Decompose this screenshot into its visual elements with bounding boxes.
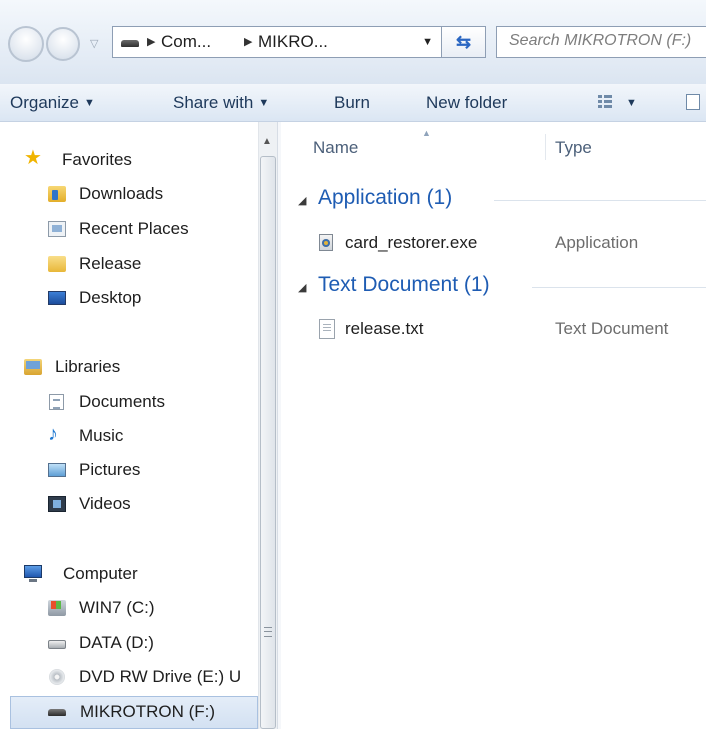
nav-documents[interactable]: Documents (48, 387, 254, 417)
nav-computer[interactable]: Computer (24, 559, 254, 589)
text-document-icon (319, 319, 335, 339)
change-view-icon[interactable] (598, 95, 614, 109)
nav-dvd-drive[interactable]: DVD RW Drive (E:) U (48, 662, 258, 692)
share-with-button[interactable]: Share with ▼ (173, 93, 269, 113)
column-header-type[interactable]: Type (555, 138, 592, 158)
scroll-up-arrow-icon[interactable]: ▲ (262, 136, 272, 147)
address-dropdown-icon[interactable]: ▼ (422, 36, 433, 48)
breadcrumb-separator[interactable]: ▶ (147, 35, 155, 48)
command-toolbar: Organize ▼ Share with ▼ Burn New folder ▼ (0, 84, 706, 122)
burn-button[interactable]: Burn (334, 93, 370, 113)
star-icon: ★ (24, 147, 42, 169)
nav-computer-label: Computer (63, 564, 138, 583)
nav-favorites-label: Favorites (62, 150, 132, 169)
column-header-name[interactable]: Name (313, 138, 358, 158)
sort-ascending-icon: ▲ (422, 128, 431, 138)
search-input[interactable]: Search MIKROTRON (F:) (496, 26, 706, 58)
nav-release[interactable]: Release (48, 249, 254, 279)
nav-data-drive[interactable]: DATA (D:) (48, 628, 254, 658)
usb-drive-icon (121, 40, 139, 47)
back-button[interactable] (8, 26, 44, 62)
group-label-text-document: Text Document (1) (318, 273, 490, 296)
group-divider (532, 287, 706, 288)
organize-button[interactable]: Organize ▼ (10, 93, 95, 113)
share-with-label: Share with (173, 93, 254, 112)
nav-desktop[interactable]: Desktop (48, 283, 254, 313)
nav-libraries-label: Libraries (55, 357, 121, 376)
nav-mikrotron-drive-label: MIKROTRON (F:) (80, 702, 216, 721)
file-name: card_restorer.exe (345, 233, 478, 252)
file-row-release-txt[interactable]: release.txt Text Document (315, 315, 706, 343)
address-bar-row: ▽ ▶ Com... ▶ MIKRO... ▼ ⇆ Search MIKROTR… (0, 0, 706, 84)
file-type: Text Document (555, 319, 669, 338)
folder-icon (48, 256, 66, 272)
nav-win7-drive-label: WIN7 (C:) (79, 598, 155, 617)
music-icon: ♪ (48, 423, 58, 445)
collapse-triangle-icon[interactable]: ◢ (298, 281, 306, 294)
new-folder-button[interactable]: New folder (426, 93, 507, 113)
nav-recent-places[interactable]: Recent Places (48, 214, 254, 244)
application-icon (319, 234, 333, 251)
group-divider (494, 200, 706, 201)
computer-icon (24, 565, 42, 582)
desktop-icon (48, 291, 66, 305)
file-row-card-restorer[interactable]: card_restorer.exe Application (315, 229, 706, 257)
nav-mikrotron-drive[interactable]: MIKROTRON (F:) (10, 696, 258, 729)
organize-label: Organize (10, 93, 79, 112)
nav-documents-label: Documents (79, 392, 165, 411)
grip-icon (264, 627, 272, 637)
column-separator[interactable] (545, 134, 546, 160)
nav-downloads[interactable]: Downloads (48, 179, 254, 209)
documents-icon (49, 394, 64, 410)
pictures-icon (48, 463, 66, 477)
nav-win7-drive[interactable]: WIN7 (C:) (48, 593, 254, 623)
group-header-text-document[interactable]: ◢ Text Document (1) (298, 273, 706, 301)
breadcrumb-computer[interactable]: Com... (161, 32, 211, 52)
nav-downloads-label: Downloads (79, 184, 164, 203)
videos-icon (48, 496, 66, 512)
group-label-application: Application (1) (318, 186, 453, 209)
nav-libraries[interactable]: Libraries (24, 352, 254, 382)
collapse-triangle-icon[interactable]: ◢ (298, 194, 306, 207)
navigation-scrollbar[interactable]: ▲ (258, 122, 277, 729)
nav-recent-places-label: Recent Places (79, 219, 189, 238)
nav-videos[interactable]: Videos (48, 489, 254, 519)
downloads-folder-icon (48, 186, 66, 202)
nav-data-drive-label: DATA (D:) (79, 633, 154, 652)
forward-button[interactable] (46, 27, 80, 61)
group-header-application[interactable]: ◢ Application (1) (298, 186, 706, 214)
view-options-dropdown[interactable]: ▼ (626, 97, 637, 109)
address-box[interactable]: ▶ Com... ▶ MIKRO... ▼ (112, 26, 442, 58)
nav-videos-label: Videos (79, 494, 131, 513)
nav-release-label: Release (79, 254, 142, 273)
nav-pictures-label: Pictures (79, 460, 141, 479)
refresh-icon: ⇆ (455, 32, 472, 52)
chevron-down-icon: ▼ (258, 97, 270, 109)
file-list-pane: ▲ Name Type ◢ Application (1) card_resto… (281, 122, 706, 729)
usb-drive-icon (48, 709, 66, 716)
recent-pages-dropdown[interactable]: ▽ (90, 37, 98, 50)
nav-dvd-drive-label: DVD RW Drive (E:) U (79, 667, 242, 686)
windows-drive-icon (48, 600, 66, 616)
chevron-down-icon: ▼ (83, 97, 95, 109)
nav-desktop-label: Desktop (79, 288, 142, 307)
hard-drive-icon (48, 640, 66, 649)
nav-pictures[interactable]: Pictures (48, 455, 254, 485)
scrollbar-thumb[interactable] (260, 156, 276, 729)
refresh-button[interactable]: ⇆ (442, 26, 486, 58)
breadcrumb-separator[interactable]: ▶ (244, 35, 252, 48)
nav-music[interactable]: ♪ Music (48, 421, 254, 451)
libraries-icon (24, 359, 42, 375)
file-name: release.txt (345, 319, 424, 338)
navigation-pane: ★ Favorites Downloads Recent Places Rele… (0, 122, 258, 729)
file-type: Application (555, 233, 639, 252)
recent-places-icon (48, 221, 66, 237)
preview-pane-icon[interactable] (686, 94, 700, 110)
explorer-window: ▽ ▶ Com... ▶ MIKRO... ▼ ⇆ Search MIKROTR… (0, 0, 706, 729)
nav-favorites[interactable]: ★ Favorites (24, 145, 254, 175)
dvd-drive-icon (49, 669, 65, 685)
breadcrumb-mikrotron[interactable]: MIKRO... (258, 32, 328, 52)
nav-music-label: Music (79, 426, 124, 445)
